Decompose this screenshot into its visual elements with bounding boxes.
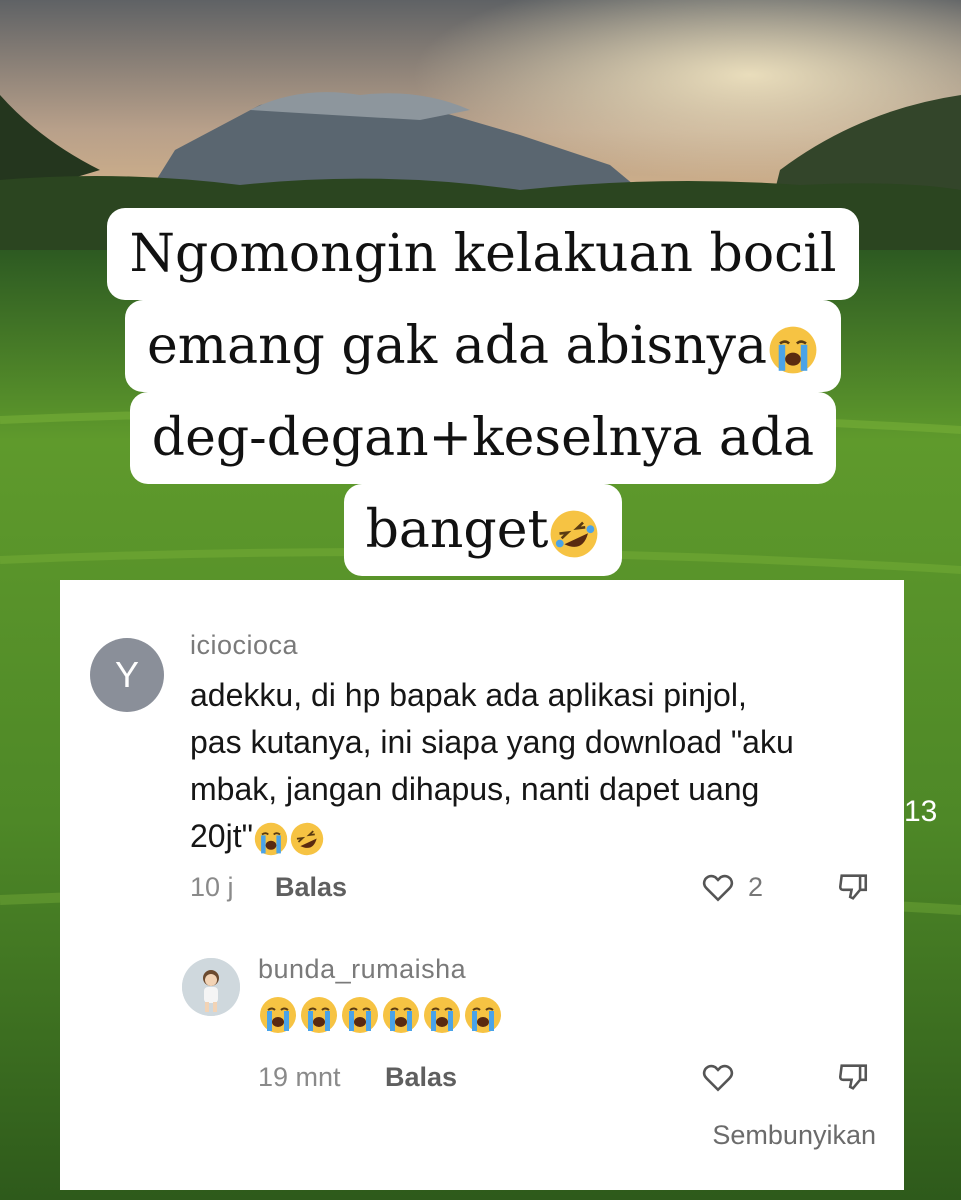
laughing-face-icon	[290, 822, 324, 855]
comment-username[interactable]: bunda_rumaisha	[258, 954, 466, 985]
comment-emoji-row	[258, 994, 503, 1041]
comment-text-last: 20jt"	[190, 818, 253, 854]
crying-face-icon	[254, 822, 288, 855]
caption-line: emang gak ada abisnya	[124, 300, 841, 392]
comment-username[interactable]: iciocioca	[190, 630, 298, 661]
caption-line: Ngomongin kelakuan bocil	[107, 208, 859, 300]
dislike-icon[interactable]	[836, 1060, 870, 1094]
comment-text-line: mbak, jangan dihapus, nanti dapet uang	[190, 771, 760, 807]
reply-button[interactable]: Balas	[385, 1062, 457, 1093]
reply-button[interactable]: Balas	[275, 872, 347, 903]
heart-icon[interactable]	[700, 1060, 736, 1094]
comment-time: 10 j	[190, 872, 234, 902]
heart-icon[interactable]	[700, 870, 736, 904]
like-count: 2	[748, 872, 764, 902]
comments-panel: Y iciocioca adekku, di hp bapak ada apli…	[60, 580, 904, 1190]
comment-text: adekku, di hp bapak ada aplikasi pinjol,…	[190, 672, 880, 860]
side-number: 13	[904, 795, 938, 828]
hide-replies-button[interactable]: Sembunyikan	[712, 1120, 876, 1151]
comment-text-line: pas kutanya, ini siapa yang download "ak…	[190, 724, 794, 760]
tiktok-icon: ♪	[480, 1143, 495, 1176]
dislike-icon[interactable]	[836, 870, 870, 904]
caption-line: deg-degan+keselnya ada	[129, 392, 837, 484]
caption-line-text: banget	[365, 500, 549, 560]
comment-text-line: adekku, di hp bapak ada aplikasi pinjol,	[190, 677, 747, 713]
crying-face-icon	[769, 326, 817, 373]
watermark: ♪@iniayla13	[480, 1143, 644, 1177]
watermark-text: @iniayla13	[495, 1143, 644, 1176]
avatar[interactable]: Y	[90, 638, 164, 712]
avatar[interactable]	[182, 958, 240, 1016]
caption-line: banget	[343, 484, 623, 576]
child-photo-icon	[182, 958, 240, 1016]
caption-line-text: emang gak ada abisnya	[146, 316, 767, 376]
caption-block: Ngomongin kelakuan bocil emang gak ada a…	[38, 208, 928, 576]
comment-text-line: 20jt"	[190, 813, 880, 860]
comment-time: 19 mnt	[258, 1062, 341, 1092]
laughing-face-icon	[550, 510, 598, 557]
crying-face-icon	[260, 996, 502, 1034]
